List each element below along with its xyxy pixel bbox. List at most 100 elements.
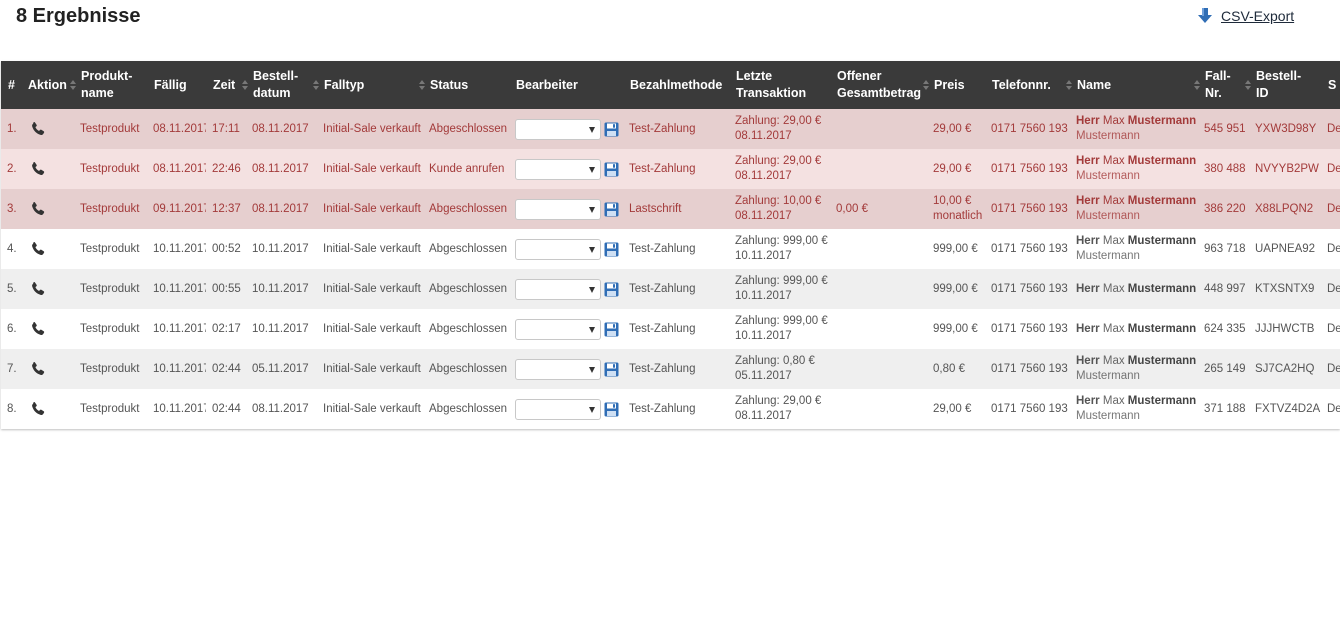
editor-select[interactable] <box>515 198 601 220</box>
price-line1: 999,00 € <box>933 282 978 295</box>
phone-icon[interactable] <box>30 121 46 137</box>
editor-cell <box>509 229 623 269</box>
table-row[interactable]: 8. Testprodukt 10.11.2017 02:44 08.11.2017 In… <box>1 389 1340 429</box>
action-cell <box>21 309 74 349</box>
save-icon[interactable] <box>604 362 619 377</box>
save-icon[interactable] <box>604 322 619 337</box>
editor-select[interactable] <box>515 278 601 300</box>
column-header-label: Fällig <box>154 77 187 92</box>
customer-name: Herr Max Mustermann Mustermann <box>1070 389 1198 429</box>
column-header-5[interactable]: Bestell- datum <box>242 61 317 109</box>
table-row[interactable]: 6. Testprodukt 10.11.2017 02:17 10.11.2017 In… <box>1 309 1340 349</box>
sort-arrows-icon[interactable] <box>313 80 319 90</box>
column-header-label: Letzte Transaktion <box>736 69 807 100</box>
customer-name: Herr Max Mustermann Mustermann <box>1070 229 1198 269</box>
phone-icon[interactable] <box>30 401 46 417</box>
sort-arrows-icon[interactable] <box>419 80 425 90</box>
sort-arrows-icon[interactable] <box>1245 80 1251 90</box>
sort-arrows-icon[interactable] <box>1066 80 1072 90</box>
save-icon[interactable] <box>604 162 619 177</box>
name-last: Mustermann <box>1127 282 1197 295</box>
status-text: Abgeschlossen <box>429 402 507 415</box>
payment-method: Test-Zahlung <box>629 122 696 135</box>
editor-select[interactable] <box>515 118 601 140</box>
price: 29,00 € <box>927 149 985 189</box>
column-header-2[interactable]: Produkt- name <box>70 61 147 109</box>
name-title: Herr <box>1076 322 1100 335</box>
name-last: Mustermann <box>1127 322 1197 335</box>
download-arrow-icon <box>1198 8 1212 23</box>
column-header-12[interactable]: Preis <box>923 61 985 109</box>
open-total: 0,00 € <box>836 202 868 215</box>
editor-select[interactable] <box>515 398 601 420</box>
phone-icon[interactable] <box>30 321 46 337</box>
editor-cell <box>509 349 623 389</box>
phone-icon[interactable] <box>30 201 46 217</box>
phone-icon[interactable] <box>30 161 46 177</box>
open-total <box>830 389 927 429</box>
editor-select[interactable] <box>515 238 601 260</box>
last-transaction-line2: 08.11.2017 <box>735 130 792 142</box>
last-transaction: Zahlung: 999,00 € 10.11.2017 <box>729 269 830 309</box>
due-time: 17:11 <box>212 122 240 135</box>
sort-arrows-icon[interactable] <box>242 80 248 90</box>
case-type: Initial-Sale verkauft <box>323 402 421 415</box>
phone-icon[interactable] <box>30 361 46 377</box>
phone-icon[interactable] <box>30 241 46 257</box>
customer-name-sub: Mustermann <box>1076 170 1140 182</box>
column-header-label: Zeit <box>213 77 236 92</box>
column-header-6[interactable]: Falltyp <box>313 61 423 109</box>
sort-arrows-icon[interactable] <box>923 80 929 90</box>
editor-cell <box>509 389 623 429</box>
last-transaction: Zahlung: 29,00 € 08.11.2017 <box>729 109 830 149</box>
sort-arrows-icon[interactable] <box>1194 80 1200 90</box>
csv-export-label[interactable]: CSV-Export <box>1221 8 1294 24</box>
editor-cell <box>509 189 623 229</box>
column-header-10: Letzte Transaktion <box>729 61 830 109</box>
column-header-7[interactable]: Status <box>419 61 509 109</box>
table-row[interactable]: 2. Testprodukt 08.11.2017 22:46 08.11.2017 In… <box>1 149 1340 189</box>
table-row[interactable]: 4. Testprodukt 10.11.2017 00:52 10.11.2017 In… <box>1 229 1340 269</box>
column-header-label: Preis <box>934 77 965 92</box>
due-time: 02:17 <box>212 322 241 335</box>
table-row[interactable]: 5. Testprodukt 10.11.2017 00:55 10.11.2017 In… <box>1 269 1340 309</box>
editor-select[interactable] <box>515 358 601 380</box>
last-transaction-line2: 05.11.2017 <box>735 370 792 382</box>
csv-export-link[interactable]: CSV-Export <box>1198 8 1294 24</box>
due-date: 10.11.2017 <box>153 362 206 375</box>
editor-select[interactable] <box>515 158 601 180</box>
truncated-column: De <box>1327 162 1340 175</box>
sort-arrows-icon[interactable] <box>70 80 76 90</box>
table-row[interactable]: 3. Testprodukt 09.11.2017 12:37 08.11.2017 In… <box>1 189 1340 229</box>
customer-name: Herr Max Mustermann Mustermann <box>1070 109 1198 149</box>
order-date: 08.11.2017 <box>252 202 309 215</box>
phone-number: 0171 7560 193 <box>991 322 1068 335</box>
row-index: 7. <box>7 362 17 375</box>
last-transaction-line1: Zahlung: 999,00 € <box>735 235 828 247</box>
last-transaction: Zahlung: 999,00 € 10.11.2017 <box>729 309 830 349</box>
customer-name-main: Herr Max Mustermann <box>1076 114 1196 129</box>
case-type: Initial-Sale verkauft <box>323 162 421 175</box>
table-row[interactable]: 1. Testprodukt 08.11.2017 17:11 08.11.2017 In… <box>1 109 1340 149</box>
price-line1: 0,80 € <box>933 362 965 375</box>
save-icon[interactable] <box>604 242 619 257</box>
customer-name: Herr Max Mustermann Mustermann <box>1070 349 1198 389</box>
due-time: 00:55 <box>212 282 241 295</box>
save-icon[interactable] <box>604 202 619 217</box>
case-type: Initial-Sale verkauft <box>323 202 421 215</box>
name-title: Herr <box>1076 195 1100 207</box>
order-id: NVYYB2PW <box>1255 162 1319 175</box>
table-row[interactable]: 7. Testprodukt 10.11.2017 02:44 05.11.2017 In… <box>1 349 1340 389</box>
order-date: 05.11.2017 <box>252 362 309 375</box>
results-count-title: 8 Ergebnisse <box>16 5 141 27</box>
editor-select[interactable] <box>515 318 601 340</box>
phone-icon[interactable] <box>30 281 46 297</box>
save-icon[interactable] <box>604 402 619 417</box>
column-header-14[interactable]: Name <box>1066 61 1198 109</box>
column-header-15[interactable]: Fall- Nr. <box>1194 61 1249 109</box>
save-icon[interactable] <box>604 282 619 297</box>
open-total <box>830 149 927 189</box>
name-title: Herr <box>1076 282 1100 295</box>
column-header-16[interactable]: Bestell- ID <box>1245 61 1321 109</box>
save-icon[interactable] <box>604 122 619 137</box>
